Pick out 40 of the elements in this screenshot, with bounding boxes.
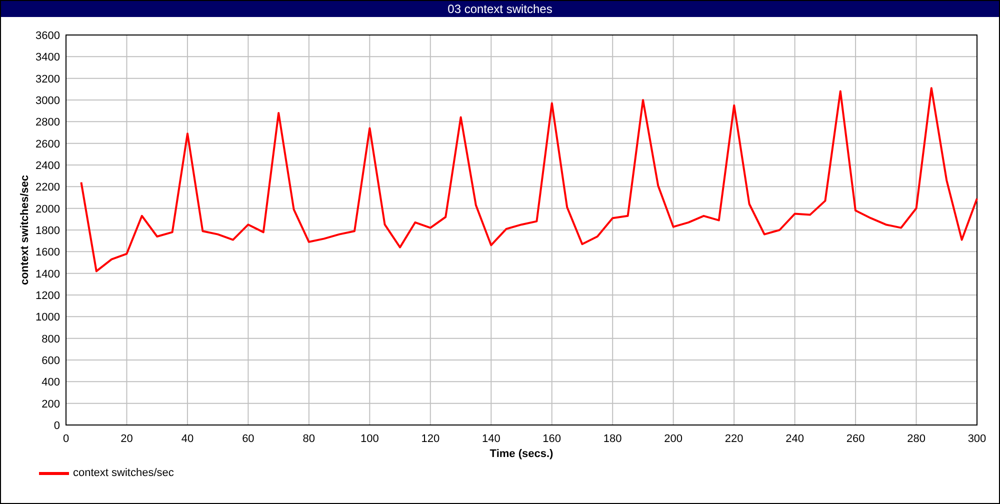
x-tick-label: 200 bbox=[664, 433, 683, 445]
x-tick-label: 280 bbox=[907, 433, 926, 445]
y-tick-label: 3200 bbox=[36, 73, 60, 86]
y-tick-label: 3600 bbox=[36, 30, 60, 42]
x-tick-label: 120 bbox=[421, 433, 440, 445]
legend-label: context switches/sec bbox=[73, 466, 174, 481]
x-tick-label: 140 bbox=[482, 433, 500, 445]
x-tick-label: 100 bbox=[360, 433, 379, 445]
x-tick-label: 20 bbox=[120, 433, 133, 445]
y-tick-label: 800 bbox=[42, 333, 60, 346]
y-tick-label: 400 bbox=[42, 376, 60, 389]
y-tick-label: 200 bbox=[42, 398, 60, 410]
y-tick-label: 1600 bbox=[36, 246, 60, 259]
y-tick-label: 2200 bbox=[36, 182, 60, 194]
x-axis-title: Time (secs.) bbox=[490, 448, 554, 460]
x-tick-label: 60 bbox=[242, 433, 254, 445]
y-tick-label: 0 bbox=[54, 420, 60, 432]
x-tick-label: 80 bbox=[302, 433, 316, 445]
y-tick-label: 2800 bbox=[36, 116, 60, 129]
x-tick-label: 300 bbox=[968, 433, 986, 445]
x-tick-label: 240 bbox=[786, 433, 804, 445]
x-tick-label: 0 bbox=[62, 433, 70, 445]
y-tick-label: 2400 bbox=[36, 160, 60, 172]
y-tick-label: 600 bbox=[42, 355, 60, 367]
x-tick-label: 40 bbox=[181, 433, 194, 445]
x-tick-label: 180 bbox=[603, 433, 622, 445]
y-tick-label: 2000 bbox=[36, 203, 60, 216]
y-tick-label: 1800 bbox=[36, 225, 60, 237]
y-tick-label: 3000 bbox=[36, 95, 60, 107]
y-axis-title: context switches/sec bbox=[19, 174, 31, 286]
x-tick-label: 160 bbox=[542, 433, 562, 445]
x-tick-label: 220 bbox=[724, 433, 744, 445]
x-tick-label: 260 bbox=[846, 433, 865, 445]
legend-swatch bbox=[39, 472, 69, 475]
y-tick-label: 2600 bbox=[36, 138, 60, 150]
y-tick-label: 3400 bbox=[36, 52, 60, 64]
title-bar: 03 context switches bbox=[1, 1, 999, 17]
y-tick-label: 1000 bbox=[36, 312, 60, 324]
y-tick-label: 1200 bbox=[36, 290, 60, 302]
y-tick-label: 1400 bbox=[36, 268, 60, 280]
